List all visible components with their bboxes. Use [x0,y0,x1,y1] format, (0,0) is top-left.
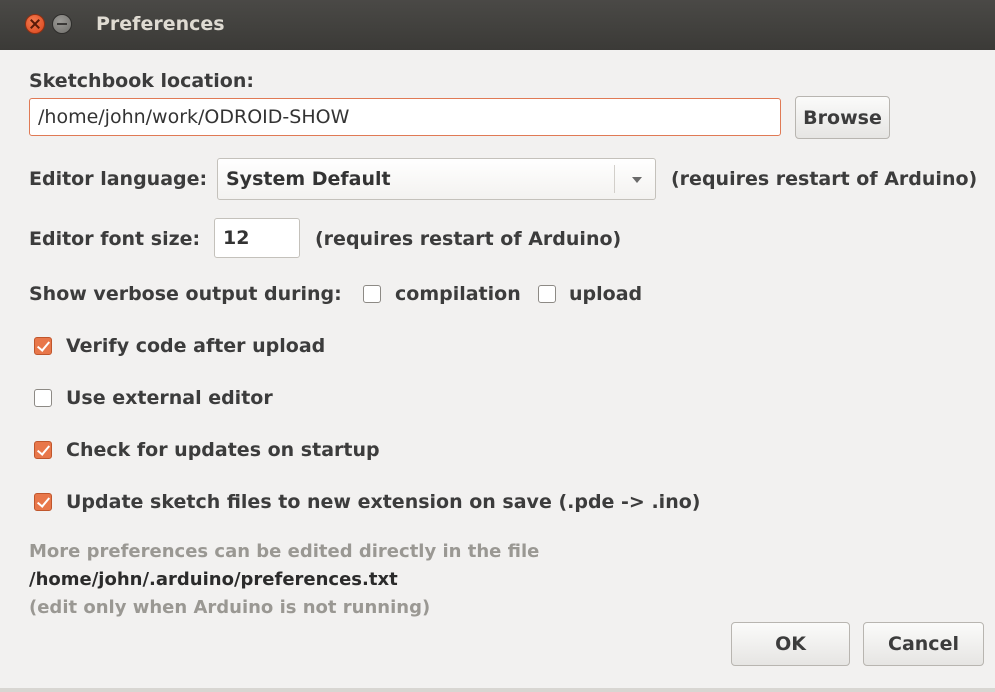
editor-font-size-input[interactable] [214,218,300,258]
update-extension-label[interactable]: Update sketch files to new extension on … [66,491,700,513]
cancel-button[interactable]: Cancel [863,622,984,666]
browse-button[interactable]: Browse [795,96,890,139]
sketchbook-location-label: Sketchbook location: [29,70,254,92]
title-bar: Preferences [0,0,995,50]
window-bottom-edge [0,688,995,692]
minimize-icon[interactable] [52,14,72,34]
external-editor-checkbox[interactable] [34,389,52,407]
verbose-output-label: Show verbose output during: [29,283,342,305]
editor-language-select[interactable]: System Default [217,158,656,200]
edit-warning-note: (edit only when Arduino is not running) [29,597,431,618]
editor-language-selected: System Default [226,168,391,190]
preferences-file-path: /home/john/.arduino/preferences.txt [29,569,398,590]
verify-code-label[interactable]: Verify code after upload [66,335,325,357]
editor-font-size-label: Editor font size: [29,228,201,250]
verbose-compilation-label[interactable]: compilation [395,283,521,305]
verbose-upload-label[interactable]: upload [569,283,642,305]
ok-button[interactable]: OK [731,622,850,666]
verify-code-checkbox[interactable] [34,337,52,355]
external-editor-label[interactable]: Use external editor [66,387,273,409]
combo-separator [614,165,615,193]
verbose-upload-checkbox[interactable] [538,285,556,303]
verbose-compilation-checkbox[interactable] [363,285,381,303]
window-title: Preferences [96,13,225,35]
editor-font-size-note: (requires restart of Arduino) [315,228,622,250]
check-updates-label[interactable]: Check for updates on startup [66,439,380,461]
check-updates-checkbox[interactable] [34,441,52,459]
close-icon[interactable] [25,14,45,34]
editor-language-label: Editor language: [29,168,208,190]
more-preferences-note: More preferences can be edited directly … [29,541,540,562]
editor-language-note: (requires restart of Arduino) [671,168,978,190]
update-extension-checkbox[interactable] [34,493,52,511]
sketchbook-path-input[interactable] [29,98,781,136]
chevron-down-icon[interactable] [632,177,642,183]
